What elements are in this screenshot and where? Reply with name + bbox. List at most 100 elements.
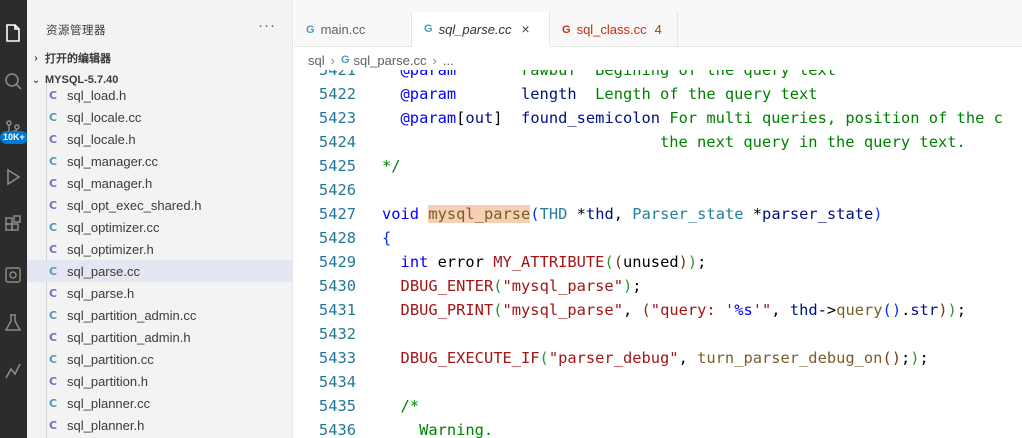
c-header-icon: C [49, 418, 58, 432]
code-line: 5426 [294, 178, 1022, 202]
code-text: int error MY_ATTRIBUTE((unused)); [400, 253, 707, 271]
line-number: 5430 [318, 277, 356, 295]
code-text: */ [382, 157, 401, 175]
file-name: sql_parse.cc [67, 263, 140, 279]
remote-icon[interactable] [2, 264, 24, 286]
line-number: 5426 [318, 181, 356, 199]
file-item[interactable]: Csql_planner.h [27, 414, 292, 436]
file-name: sql_planner.h [67, 417, 145, 433]
code-text: void mysql_parse(THD *thd, Parser_state … [382, 205, 883, 223]
line-number: 5427 [318, 205, 356, 223]
explorer-sidebar: 资源管理器 ··· › 打开的编辑器 ⌄ MYSQL-5.7.40 Csql_l… [27, 0, 293, 438]
tab-sql-class-cc[interactable]: G sql_class.cc 4 [550, 12, 678, 47]
file-item[interactable]: Csql_optimizer.cc [27, 216, 292, 238]
code-text: @param length Length of the query text [382, 85, 818, 103]
activity-bar: 10K+ [0, 0, 28, 438]
tab-sql-parse-cc[interactable]: G sql_parse.cc × [412, 12, 550, 47]
tab-label: sql_class.cc [576, 22, 647, 37]
file-name: sql_locale.h [67, 131, 136, 147]
code-text: DBUG_ENTER("mysql_parse"); [400, 277, 642, 295]
run-debug-icon[interactable] [2, 166, 24, 188]
file-item[interactable]: Csql_manager.cc [27, 150, 292, 172]
file-name: sql_parse.h [67, 285, 135, 301]
code-text: @param rawbuf Begining of the query text [382, 70, 837, 79]
extensions-icon[interactable] [2, 214, 24, 236]
code-line: 5424 the next query in the query text. [294, 130, 1022, 154]
file-item-selected[interactable]: Csql_parse.cc [27, 260, 292, 282]
code-text: DBUG_EXECUTE_IF("parser_debug", turn_par… [400, 349, 929, 367]
code-line: 5432 [294, 322, 1022, 346]
open-editors-section[interactable]: › 打开的编辑器 [27, 47, 292, 69]
line-number: 5422 [318, 85, 356, 103]
file-name: sql_locale.cc [67, 109, 142, 125]
breadcrumb-file[interactable]: sql_parse.cc [354, 53, 427, 68]
c-header-icon: C [49, 132, 58, 146]
cpp-file-icon: G [306, 23, 315, 36]
line-number: 5431 [318, 301, 356, 319]
code-text: { [382, 229, 392, 247]
cpp-file-icon: G [562, 23, 571, 36]
code-line: 5421 @param rawbuf Begining of the query… [294, 70, 1022, 82]
file-item[interactable]: Csql_partition.h [27, 370, 292, 392]
file-item[interactable]: Csql_optimizer.h [27, 238, 292, 260]
file-item[interactable]: Csql_partition_admin.h [27, 326, 292, 348]
code-line: 5436 Warning. [294, 418, 1022, 438]
tab-label: main.cc [320, 22, 366, 37]
file-item[interactable]: Csql_planner.cc [27, 392, 292, 414]
file-name: sql_partition_admin.cc [67, 307, 197, 323]
code-line: 5431 DBUG_PRINT("mysql_parse", ("query: … [294, 298, 1022, 322]
code-editor[interactable]: 5421 @param rawbuf Begining of the query… [294, 70, 1022, 438]
file-name: sql_partition.cc [67, 351, 154, 367]
tab-main-cc[interactable]: G main.cc [294, 12, 412, 47]
cpp-file-icon: C [49, 396, 58, 410]
search-icon[interactable] [2, 70, 24, 92]
breadcrumb-folder[interactable]: sql [308, 53, 325, 68]
file-name: sql_manager.cc [67, 153, 159, 169]
open-editors-label: 打开的编辑器 [45, 53, 111, 65]
editor-area: G main.cc G sql_parse.cc × G sql_class.c… [294, 0, 1022, 438]
line-number: 5435 [318, 397, 356, 415]
file-item[interactable]: Csql_locale.h [27, 128, 292, 150]
code-line: 5422 @param length Length of the query t… [294, 82, 1022, 106]
code-line: 5427 void mysql_parse(THD *thd, Parser_st… [294, 202, 1022, 226]
code-text: /* [382, 397, 420, 415]
cpp-file-icon: C [49, 264, 58, 278]
line-number: 5436 [318, 421, 356, 438]
explorer-icon[interactable] [2, 22, 24, 44]
c-header-icon: C [49, 88, 58, 102]
sidebar-title: 资源管理器 [46, 25, 106, 37]
code-text: Warning. [382, 421, 494, 438]
close-icon[interactable]: × [522, 21, 530, 37]
file-item[interactable]: Csql_parse.h [27, 282, 292, 304]
file-name: sql_opt_exec_shared.h [67, 197, 202, 213]
file-name: sql_planner.cc [67, 395, 151, 411]
line-number: 5423 [318, 109, 356, 127]
testing-icon[interactable] [2, 312, 24, 334]
cpp-file-icon: C [49, 220, 58, 234]
file-item[interactable]: Csql_locale.cc [27, 106, 292, 128]
file-item[interactable]: Csql_opt_exec_shared.h [27, 194, 292, 216]
line-number: 5433 [318, 349, 356, 367]
more-actions-button[interactable]: ··· [258, 17, 276, 34]
code-text: DBUG_PRINT("mysql_parse", ("query: '%s'"… [400, 301, 967, 319]
notification-badge: 10K+ [0, 131, 28, 144]
file-item[interactable]: Csql_manager.h [27, 172, 292, 194]
line-number: 5428 [318, 229, 356, 247]
file-item[interactable]: Csql_partition.cc [27, 348, 292, 370]
tab-bar: G main.cc G sql_parse.cc × G sql_class.c… [294, 12, 1022, 47]
c-header-icon: C [49, 176, 58, 190]
file-name: sql_manager.h [67, 175, 153, 191]
chevron-right-icon: › [34, 52, 38, 64]
line-number: 5432 [318, 325, 356, 343]
line-number: 5429 [318, 253, 356, 271]
code-line: 5425 */ [294, 154, 1022, 178]
line-number: 5424 [318, 133, 356, 151]
git-graph-icon[interactable] [2, 360, 24, 382]
breadcrumb-ellipsis[interactable]: ... [443, 53, 454, 68]
code-text: @param[out] found_semicolon For multi qu… [382, 109, 1003, 127]
code-line: 5433 DBUG_EXECUTE_IF("parser_debug", tur… [294, 346, 1022, 370]
file-item[interactable]: Csql_partition_admin.cc [27, 304, 292, 326]
line-number: 5421 [318, 70, 356, 79]
chevron-right-icon: › [432, 52, 437, 68]
file-item[interactable]: Csql_load.h [27, 84, 292, 106]
